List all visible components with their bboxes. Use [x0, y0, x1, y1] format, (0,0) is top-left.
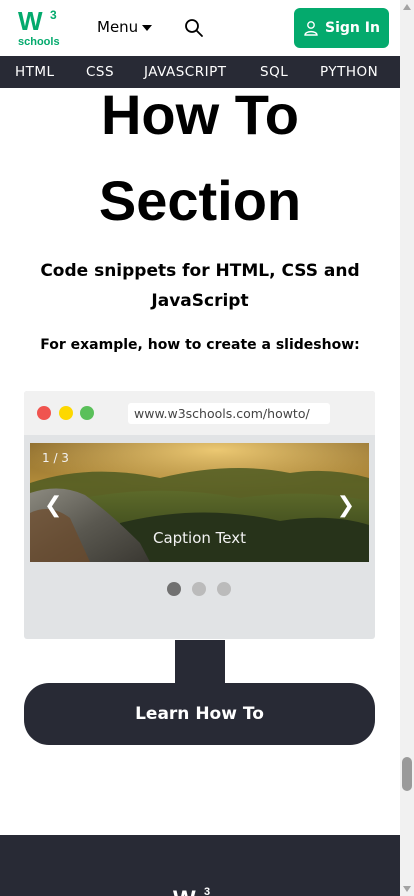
search-icon[interactable] [184, 18, 204, 38]
caret-down-icon [142, 25, 153, 31]
slide-dot-3[interactable] [217, 582, 231, 596]
logo-sub-text: schools [18, 36, 60, 48]
close-dot-icon [37, 406, 51, 420]
footer-logo: W 3 [173, 886, 210, 896]
nav-item-python[interactable]: PYTHON [320, 64, 378, 80]
page-title-line-2: Section [98, 169, 302, 232]
footer-logo-sup: 3 [204, 886, 210, 896]
user-icon [304, 21, 318, 36]
scrollbar-thumb[interactable] [402, 757, 412, 791]
logo-sup-text: 3 [50, 8, 57, 22]
learn-how-to-button[interactable]: Learn How To [24, 683, 375, 745]
slide-dot-1[interactable] [167, 582, 181, 596]
w3schools-logo[interactable]: W 3 schools [17, 6, 61, 48]
slideshow-slide: 1 / 3 ❮ ❯ Caption Text [30, 443, 369, 562]
logo-main-text: W [18, 6, 43, 36]
nav-item-javascript[interactable]: JAVASCRIPT [144, 64, 226, 80]
next-arrow-icon[interactable]: ❯ [337, 493, 355, 518]
slide-number: 1 / 3 [42, 451, 69, 465]
prev-arrow-icon[interactable]: ❮ [44, 493, 62, 518]
page-scrollbar[interactable] [400, 0, 414, 896]
menu-button[interactable]: Menu [97, 18, 153, 36]
page-title-line-1: How To [100, 83, 300, 146]
slide-caption: Caption Text [152, 529, 247, 547]
nav-item-sql[interactable]: SQL [260, 64, 288, 80]
learn-how-to-label: Learn How To [135, 704, 264, 724]
footer-logo-main: W [173, 886, 196, 896]
maximize-dot-icon [80, 406, 94, 420]
nav-item-html[interactable]: HTML [15, 64, 55, 80]
scroll-down-icon[interactable] [403, 886, 411, 892]
page-subtitle: Code snippets for HTML, CSS and JavaScri… [40, 261, 360, 311]
example-text: For example, how to create a slideshow: [40, 337, 360, 353]
scroll-up-icon[interactable] [403, 4, 411, 10]
slide-dot-2[interactable] [192, 582, 206, 596]
browser-mockup: www.w3schools.com/howto/ 1 / 3 ❮ ❯ Capti… [24, 391, 375, 639]
top-header: W 3 schools Menu Sign In [0, 0, 400, 56]
menu-label: Menu [97, 18, 139, 36]
sign-in-label: Sign In [325, 20, 380, 36]
sign-in-button[interactable]: Sign In [294, 8, 389, 48]
footer: W 3 [0, 835, 400, 896]
address-bar: www.w3schools.com/howto/ [128, 403, 330, 424]
browser-titlebar: www.w3schools.com/howto/ [24, 391, 375, 435]
monitor-stand [175, 640, 225, 685]
minimize-dot-icon [59, 406, 73, 420]
nav-item-css[interactable]: CSS [86, 64, 114, 80]
slide-indicators [167, 582, 237, 596]
